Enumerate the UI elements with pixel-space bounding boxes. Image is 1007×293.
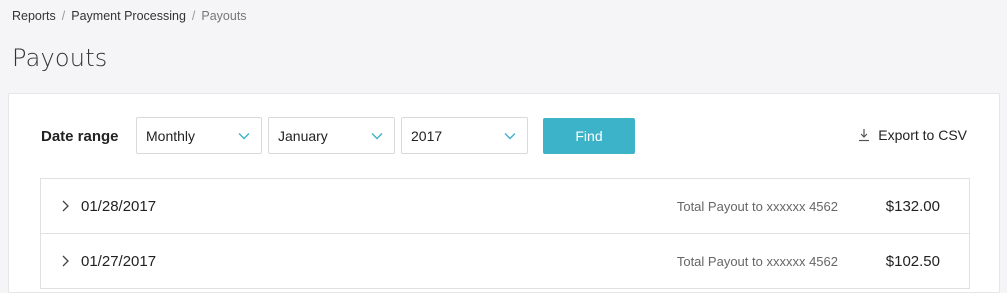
period-select[interactable]: Monthly bbox=[136, 117, 262, 154]
payout-description: Total Payout to xxxxxx 4562 bbox=[676, 198, 838, 214]
payout-row[interactable]: 01/28/2017 Total Payout to xxxxxx 4562 $… bbox=[41, 179, 969, 234]
chevron-down-icon bbox=[503, 131, 517, 141]
find-button[interactable]: Find bbox=[543, 118, 635, 154]
payout-row[interactable]: 01/27/2017 Total Payout to xxxxxx 4562 $… bbox=[41, 234, 969, 289]
chevron-right-icon bbox=[61, 200, 69, 212]
filter-bar: Date range Monthly January 2017 Find Exp… bbox=[9, 94, 999, 178]
date-range-label: Date range bbox=[41, 128, 119, 145]
period-select-value: Monthly bbox=[146, 127, 196, 144]
payout-amount: $132.00 bbox=[885, 197, 940, 215]
month-select-value: January bbox=[278, 127, 328, 144]
year-select-value: 2017 bbox=[411, 127, 443, 144]
breadcrumb-item-current: Payouts bbox=[201, 9, 247, 23]
download-icon bbox=[858, 128, 870, 142]
breadcrumb-item-reports[interactable]: Reports bbox=[12, 9, 56, 23]
year-select[interactable]: 2017 bbox=[401, 117, 528, 154]
month-select[interactable]: January bbox=[268, 117, 395, 154]
chevron-right-icon bbox=[61, 255, 69, 267]
payout-date: 01/28/2017 bbox=[81, 197, 157, 215]
payout-date: 01/27/2017 bbox=[81, 252, 157, 270]
breadcrumb-item-payment-processing[interactable]: Payment Processing bbox=[71, 9, 186, 23]
breadcrumb: Reports / Payment Processing / Payouts bbox=[12, 9, 247, 23]
export-csv-label: Export to CSV bbox=[878, 127, 967, 143]
export-csv-link[interactable]: Export to CSV bbox=[858, 127, 967, 143]
page-title: Payouts bbox=[12, 44, 108, 72]
payout-description: Total Payout to xxxxxx 4562 bbox=[676, 253, 838, 269]
payout-amount: $102.50 bbox=[885, 252, 940, 270]
chevron-down-icon bbox=[370, 131, 384, 141]
breadcrumb-separator: / bbox=[191, 9, 196, 23]
payouts-card: Date range Monthly January 2017 Find Exp… bbox=[8, 93, 1000, 293]
payouts-list: 01/28/2017 Total Payout to xxxxxx 4562 $… bbox=[40, 178, 970, 289]
chevron-down-icon bbox=[237, 131, 251, 141]
breadcrumb-separator: / bbox=[61, 9, 66, 23]
